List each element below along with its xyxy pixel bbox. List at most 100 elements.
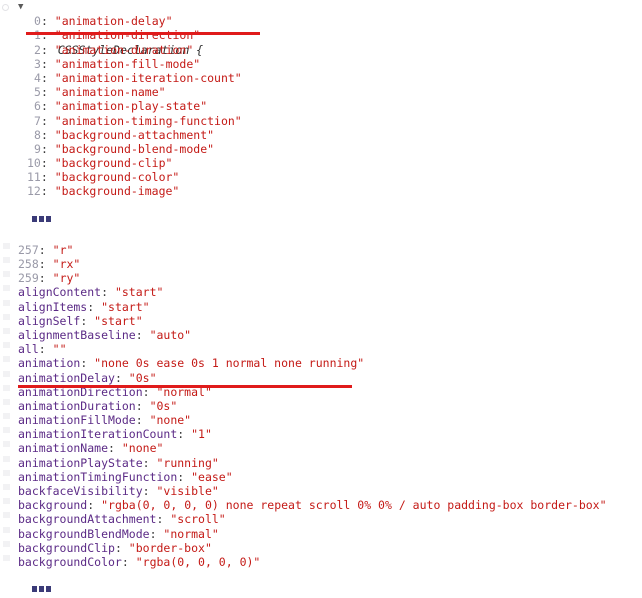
indexed-entry-row[interactable]: 258: "rx" <box>0 257 642 271</box>
property-entry-row[interactable]: backfaceVisibility: "visible" <box>0 484 642 498</box>
object-header-row[interactable]: ▼ CSSStyleDeclaration { <box>0 0 642 57</box>
property-entry-row[interactable]: all: "" <box>0 342 642 356</box>
entry-colon: : <box>40 156 55 171</box>
property-colon: : <box>101 285 115 300</box>
entry-value: "rx" <box>52 257 81 271</box>
property-key: alignContent <box>18 285 102 300</box>
triangle-down-icon[interactable]: ▼ <box>18 0 27 14</box>
entry-colon: : <box>40 14 55 29</box>
gutter-mark <box>3 484 10 490</box>
indexed-entry-row[interactable]: 5: "animation-name" <box>0 85 642 99</box>
property-entry-row[interactable]: alignContent: "start" <box>0 285 642 299</box>
indexed-entries-tail-list: 257: "r" 258: "rx" 259: "ry" <box>0 242 642 286</box>
entry-value: "animation-timing-function" <box>54 113 242 128</box>
property-value: "none" <box>121 441 164 456</box>
entry-value: "animation-delay" <box>54 14 173 29</box>
property-value: "rgba(0, 0, 0, 0)" <box>135 554 261 569</box>
property-colon: : <box>149 526 164 541</box>
property-entry-row[interactable]: animation: "none 0s ease 0s 1 normal non… <box>0 356 642 370</box>
info-circle-icon <box>2 4 9 11</box>
entry-index: 8 <box>34 127 41 142</box>
show-more-ellipsis-icon[interactable] <box>32 215 51 222</box>
gutter-mark <box>3 526 10 533</box>
gutter-mark <box>3 398 10 405</box>
indexed-entry-row[interactable]: 4: "animation-iteration-count" <box>0 71 642 85</box>
entry-colon: : <box>40 28 55 43</box>
entry-index: 258 <box>18 257 39 271</box>
entry-colon: : <box>40 170 55 185</box>
property-value: "" <box>52 342 67 357</box>
property-colon: : <box>142 484 157 498</box>
property-key: animationDirection <box>18 384 143 399</box>
entry-colon: : <box>40 42 55 57</box>
indexed-entry-row[interactable]: 9: "background-blend-mode" <box>0 142 642 156</box>
show-more-ellipsis-icon[interactable] <box>32 586 51 593</box>
indexed-entry-row[interactable]: 2: "animation-duration" <box>0 43 642 57</box>
console-object-view: __ _________ ___ ____ ▼ CSSStyleDeclarat… <box>0 0 642 598</box>
indexed-entry-row[interactable]: 7: "animation-timing-function" <box>0 114 642 128</box>
property-entry-row[interactable]: backgroundAttachment: "scroll" <box>0 512 642 526</box>
entry-colon: : <box>40 70 55 85</box>
show-more-row-top[interactable] <box>0 213 642 227</box>
entry-colon: : <box>38 257 53 271</box>
gutter-mark <box>3 427 10 434</box>
property-entry-row[interactable]: alignSelf: "start" <box>0 313 642 328</box>
property-entry-row[interactable]: alignmentBaseline: "auto" <box>0 327 642 342</box>
indexed-entry-row[interactable]: 12: "background-image" <box>0 184 642 198</box>
property-entry-row[interactable]: backgroundClip: "border-box" <box>0 540 642 555</box>
property-entry-row[interactable]: backgroundColor: "rgba(0, 0, 0, 0)" <box>0 554 642 569</box>
entry-value: "r" <box>52 242 74 257</box>
property-entry-row[interactable]: alignItems: "start" <box>0 299 642 314</box>
property-value: "running" <box>156 455 219 470</box>
gutter-mark <box>3 327 10 334</box>
entry-value: "background-color" <box>54 170 180 185</box>
entry-index: 257 <box>18 242 39 257</box>
gutter-mark <box>3 242 10 249</box>
property-key: animation <box>18 356 81 371</box>
property-colon: : <box>135 413 150 428</box>
indexed-entry-row[interactable]: 6: "animation-play-state" <box>0 99 642 113</box>
property-entry-row[interactable]: animationDelay: "0s" <box>0 370 642 385</box>
property-entry-row[interactable]: animationDuration: "0s" <box>0 398 642 413</box>
gutter-mark <box>3 554 10 561</box>
entry-colon: : <box>40 184 55 199</box>
entry-value: "background-attachment" <box>54 127 215 142</box>
property-colon: : <box>142 455 157 470</box>
property-entry-row[interactable]: animationName: "none" <box>0 441 642 455</box>
property-value: "start" <box>94 313 143 328</box>
gutter-mark <box>3 370 10 377</box>
property-key: backgroundBlendMode <box>18 526 150 541</box>
property-key: background <box>18 498 88 513</box>
indexed-entry-row[interactable]: 1: "animation-direction" <box>0 28 642 42</box>
entry-index: 12 <box>27 184 41 199</box>
property-entry-row[interactable]: animationPlayState: "running" <box>0 455 642 470</box>
property-key: backgroundColor <box>18 554 122 569</box>
gutter-mark <box>3 384 10 391</box>
entry-value: "background-clip" <box>54 156 173 171</box>
entry-index: 0 <box>34 14 41 29</box>
property-key: all <box>18 342 39 357</box>
indexed-entry-row[interactable]: 11: "background-color" <box>0 170 642 184</box>
property-entry-row[interactable]: animationFillMode: "none" <box>0 413 642 427</box>
indexed-entry-row[interactable]: 0: "animation-delay" <box>0 14 642 28</box>
property-entry-row[interactable]: animationDirection: "normal" <box>0 384 642 399</box>
property-colon: : <box>177 427 192 442</box>
indexed-entry-row[interactable]: 259: "ry" <box>0 271 642 285</box>
property-entry-row[interactable]: background: "rgba(0, 0, 0, 0) none repea… <box>0 498 642 512</box>
indexed-entry-row[interactable]: 3: "animation-fill-mode" <box>0 57 642 71</box>
property-key: alignItems <box>18 299 88 314</box>
show-more-row-bottom[interactable] <box>0 583 642 597</box>
entry-value: "animation-play-state" <box>54 99 208 114</box>
indexed-entry-row[interactable]: 10: "background-clip" <box>0 156 642 170</box>
gutter-mark <box>3 342 10 349</box>
entry-index: 2 <box>34 42 41 57</box>
property-entry-row[interactable]: animationIterationCount: "1" <box>0 427 642 441</box>
entry-value: "animation-fill-mode" <box>54 56 201 71</box>
property-entry-row[interactable]: backgroundBlendMode: "normal" <box>0 526 642 541</box>
gutter-mark <box>3 469 10 476</box>
property-entry-row[interactable]: animationTimingFunction: "ease" <box>0 469 642 484</box>
property-value: "0s" <box>149 398 178 413</box>
entry-index: 259 <box>18 271 39 286</box>
indexed-entry-row[interactable]: 8: "background-attachment" <box>0 128 642 142</box>
indexed-entry-row[interactable]: 257: "r" <box>0 242 642 257</box>
